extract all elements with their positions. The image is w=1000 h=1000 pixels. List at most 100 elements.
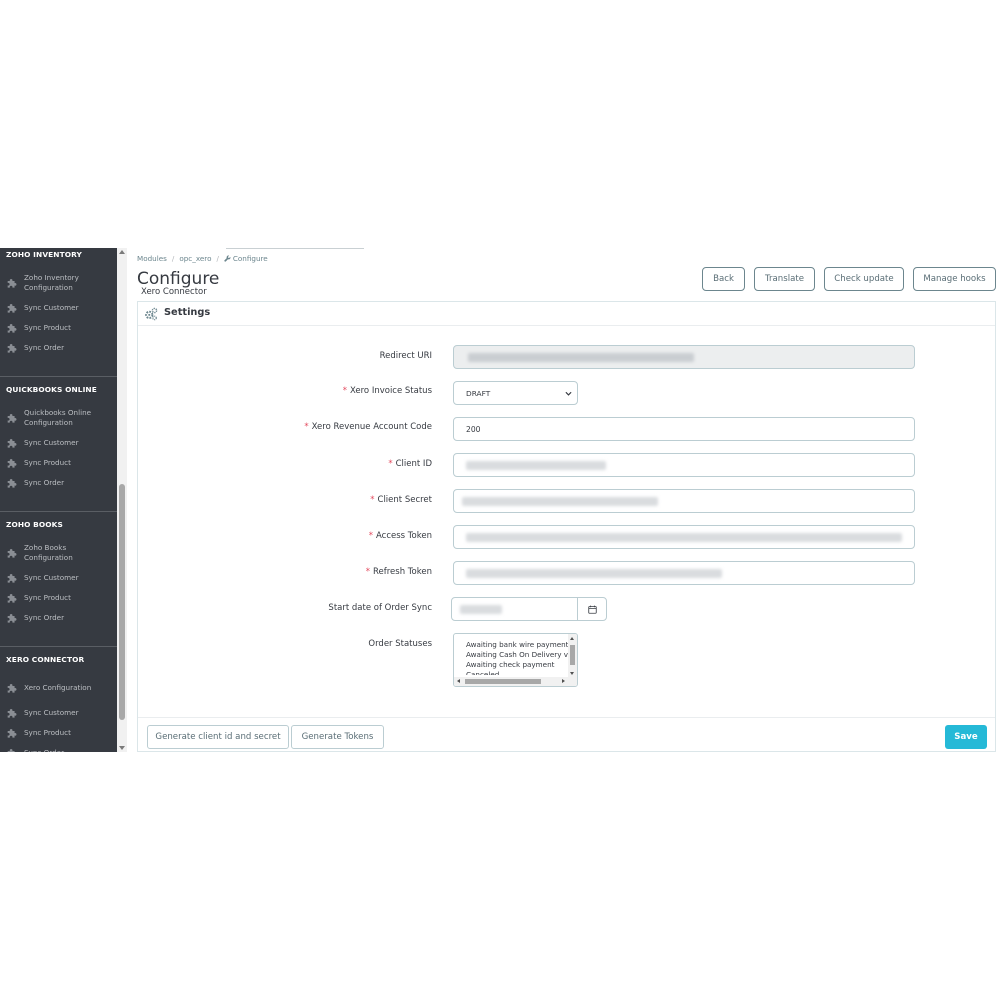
sidebar-item-label: Sync Product [24, 593, 71, 602]
breadcrumb-separator: / [171, 254, 175, 263]
redacted-value [468, 353, 694, 362]
sidebar-section-title: ZOHO INVENTORY [6, 250, 82, 259]
sidebar-item-label: Sync Customer [24, 573, 79, 582]
client-secret-input[interactable] [453, 489, 915, 513]
access-token-input[interactable] [453, 525, 915, 549]
multiselect-scroll-thumb[interactable] [570, 645, 575, 665]
sidebar-item-label: Sync Order [24, 343, 65, 352]
sidebar-item[interactable]: Xero Configuration [0, 678, 117, 698]
sidebar-section-title: ZOHO BOOKS [6, 520, 63, 529]
sidebar-item-label: Sync Product [24, 323, 71, 332]
puzzle-icon [7, 748, 18, 752]
scroll-down-arrow-icon[interactable] [119, 746, 125, 750]
sidebar-divider [0, 511, 117, 512]
puzzle-icon [7, 613, 18, 624]
sidebar-scroll-thumb[interactable] [119, 484, 125, 720]
breadcrumb-separator: / [216, 254, 219, 263]
sidebar-item[interactable]: Sync Customer [0, 703, 117, 723]
translate-button[interactable]: Translate [754, 267, 815, 291]
check-update-button[interactable]: Check update [824, 267, 904, 291]
start-date-input[interactable] [451, 597, 578, 621]
sidebar-item[interactable]: Quickbooks Online Configuration [0, 408, 117, 428]
sidebar-item[interactable]: Sync Customer [0, 568, 117, 588]
puzzle-icon [7, 573, 18, 584]
generate-tokens-button[interactable]: Generate Tokens [291, 725, 384, 749]
sidebar-item-label: Sync Order [24, 748, 64, 752]
invoice-status-label: * Xero Invoice Status [343, 386, 432, 396]
access-token-label-text: Access Token [376, 531, 432, 541]
required-marker: * [342, 386, 347, 396]
sidebar-item-label: Zoho Books Configuration [24, 543, 73, 563]
required-marker: * [370, 495, 375, 505]
back-button[interactable]: Back [702, 267, 745, 291]
puzzle-icon [7, 303, 18, 314]
breadcrumb-item-modules[interactable]: Modules [137, 254, 167, 263]
scroll-right-arrow-icon[interactable] [562, 679, 565, 683]
scroll-left-arrow-icon[interactable] [457, 679, 460, 683]
redacted-value [462, 497, 658, 506]
sidebar-item[interactable]: Sync Order [0, 338, 117, 358]
redirect-uri-label-text: Redirect URI [379, 351, 432, 361]
multiselect-hscroll-thumb[interactable] [465, 679, 541, 684]
revenue-code-label-text: Xero Revenue Account Code [311, 422, 432, 432]
cogs-icon [144, 307, 158, 321]
scroll-down-arrow-icon[interactable] [570, 672, 574, 675]
panel-footer: Generate client id and secret Generate T… [138, 717, 995, 751]
redirect-uri-input [453, 345, 915, 369]
order-status-option[interactable]: Awaiting check payment [466, 660, 554, 670]
sidebar-item[interactable]: Sync Customer [0, 433, 117, 453]
required-marker: * [368, 531, 373, 541]
client-secret-label-text: Client Secret [377, 495, 432, 505]
sidebar-item[interactable]: Sync Customer [0, 298, 117, 318]
sidebar-item[interactable]: Sync Product [0, 453, 117, 473]
puzzle-icon [7, 323, 18, 334]
order-statuses-label: Order Statuses [368, 639, 432, 649]
redirect-uri-label: Redirect URI [380, 351, 432, 361]
sidebar-divider [0, 376, 117, 377]
sidebar-item-label-line: Quickbooks Online [24, 408, 92, 417]
sidebar-item[interactable]: Sync Product [0, 588, 117, 608]
sidebar-item-label: Sync Product [24, 458, 71, 467]
puzzle-icon [7, 343, 18, 354]
order-status-option[interactable]: Canceled [466, 670, 499, 675]
generate-client-button[interactable]: Generate client id and secret [147, 725, 289, 749]
sidebar-scrollbar[interactable] [117, 248, 127, 752]
sidebar: ZOHO INVENTORY Zoho Inventory Configuratio… [0, 248, 117, 752]
scroll-up-arrow-icon[interactable] [119, 250, 125, 254]
multiselect-horizontal-scrollbar[interactable] [454, 677, 577, 686]
scroll-up-arrow-icon[interactable] [570, 637, 574, 640]
manage-hooks-button[interactable]: Manage hooks [913, 267, 996, 291]
start-date-picker [451, 597, 607, 621]
page-title: Configure [137, 269, 220, 289]
sidebar-item[interactable]: Sync Product [0, 723, 117, 743]
puzzle-icon [7, 438, 18, 449]
client-id-input[interactable] [453, 453, 915, 477]
sidebar-item[interactable]: Zoho Inventory Configuration [0, 273, 117, 293]
puzzle-icon [7, 478, 18, 489]
order-status-option[interactable]: Awaiting Cash On Delivery vali [466, 650, 576, 660]
puzzle-icon [7, 278, 18, 289]
sidebar-item[interactable]: Sync Order [0, 743, 117, 752]
client-secret-label: * Client Secret [370, 495, 432, 505]
revenue-code-value: 200 [466, 424, 481, 434]
sidebar-item[interactable]: Sync Product [0, 318, 117, 338]
refresh-token-input[interactable] [453, 561, 915, 585]
breadcrumb-item-module[interactable]: opc_xero [179, 254, 211, 263]
puzzle-icon [7, 458, 18, 469]
client-id-label: * Client ID [388, 459, 432, 469]
sidebar-item[interactable]: Zoho Books Configuration [0, 543, 117, 563]
sidebar-item-label: Sync Order [24, 613, 65, 622]
sidebar-item[interactable]: Sync Order [0, 608, 117, 628]
order-statuses-multiselect[interactable]: Awaiting bank wire payment Awaiting Cash… [453, 633, 578, 687]
calendar-button[interactable] [577, 597, 607, 621]
sidebar-section-title: QUICKBOOKS ONLINE [6, 385, 97, 394]
sidebar-item[interactable]: Sync Order [0, 473, 117, 493]
invoice-status-select[interactable]: DRAFT [453, 381, 578, 405]
panel-header: Settings [138, 302, 995, 326]
sidebar-item-label: Sync Customer [24, 708, 79, 717]
redacted-value [460, 605, 502, 614]
save-button[interactable]: Save [945, 725, 987, 749]
multiselect-vertical-scrollbar[interactable] [568, 634, 577, 678]
order-status-option[interactable]: Awaiting bank wire payment [466, 640, 569, 650]
revenue-code-input[interactable]: 200 [453, 417, 915, 441]
